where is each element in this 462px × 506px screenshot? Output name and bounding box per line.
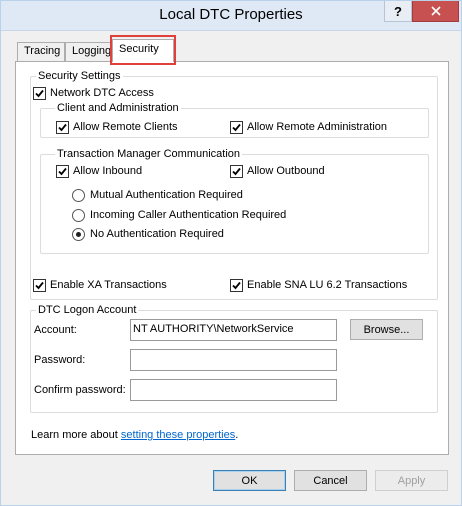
- password-input[interactable]: [130, 349, 337, 371]
- no-auth-radio[interactable]: No Authentication Required: [72, 227, 224, 241]
- learn-more-prefix: Learn more about: [31, 429, 121, 441]
- checkbox-box[interactable]: [56, 120, 69, 134]
- radio-circle[interactable]: [72, 188, 85, 202]
- checkmark-icon: [232, 281, 241, 289]
- setting-properties-link[interactable]: setting these properties: [121, 429, 235, 441]
- allow-remote-clients-label: Allow Remote Clients: [73, 121, 178, 133]
- allow-remote-admin-checkbox[interactable]: Allow Remote Administration: [230, 120, 387, 134]
- checkmark-icon: [58, 167, 67, 175]
- network-dtc-access-label: Network DTC Access: [50, 87, 154, 99]
- account-input[interactable]: NT AUTHORITY\NetworkService: [130, 319, 337, 341]
- confirm-password-input[interactable]: [130, 379, 337, 401]
- cancel-button[interactable]: Cancel: [294, 470, 367, 491]
- tab-logging[interactable]: Logging: [65, 42, 112, 61]
- title-bar[interactable]: Local DTC Properties ?: [1, 1, 461, 31]
- mutual-auth-label: Mutual Authentication Required: [90, 189, 243, 201]
- incoming-caller-auth-label: Incoming Caller Authentication Required: [90, 209, 287, 221]
- account-label: Account:: [34, 324, 77, 336]
- tm-communication-legend: Transaction Manager Communication: [55, 148, 243, 161]
- allow-outbound-checkbox[interactable]: Allow Outbound: [230, 164, 325, 178]
- enable-xa-checkbox[interactable]: Enable XA Transactions: [33, 278, 167, 292]
- no-auth-label: No Authentication Required: [90, 228, 224, 240]
- client-admin-legend: Client and Administration: [55, 102, 181, 115]
- enable-sna-label: Enable SNA LU 6.2 Transactions: [247, 279, 408, 291]
- apply-button[interactable]: Apply: [375, 470, 448, 491]
- security-tab-panel: Security Settings Network DTC Access Cli…: [15, 61, 449, 455]
- allow-inbound-checkbox[interactable]: Allow Inbound: [56, 164, 142, 178]
- help-button[interactable]: ?: [384, 1, 412, 22]
- browse-button[interactable]: Browse...: [350, 319, 423, 340]
- learn-more-text: Learn more about setting these propertie…: [31, 429, 238, 441]
- enable-xa-label: Enable XA Transactions: [50, 279, 167, 291]
- radio-circle[interactable]: [72, 208, 85, 222]
- allow-inbound-label: Allow Inbound: [73, 165, 143, 177]
- tab-tracing[interactable]: Tracing: [17, 42, 65, 61]
- tab-highlight-annotation: [110, 35, 176, 65]
- checkmark-icon: [58, 123, 67, 131]
- learn-more-suffix: .: [235, 429, 239, 441]
- allow-remote-clients-checkbox[interactable]: Allow Remote Clients: [56, 120, 178, 134]
- allow-remote-admin-label: Allow Remote Administration: [247, 121, 388, 133]
- incoming-caller-auth-radio[interactable]: Incoming Caller Authentication Required: [72, 208, 286, 222]
- ok-button[interactable]: OK: [213, 470, 286, 491]
- checkmark-icon: [232, 123, 241, 131]
- confirm-password-label: Confirm password:: [34, 384, 126, 396]
- checkmark-icon: [35, 89, 44, 97]
- password-label: Password:: [34, 354, 86, 366]
- enable-sna-checkbox[interactable]: Enable SNA LU 6.2 Transactions: [230, 278, 407, 292]
- checkbox-box[interactable]: [230, 120, 243, 134]
- checkmark-icon: [232, 167, 241, 175]
- security-settings-legend: Security Settings: [36, 70, 123, 83]
- checkmark-icon: [35, 281, 44, 289]
- close-button[interactable]: [412, 1, 459, 22]
- dialog-window: Local DTC Properties ? Tracing Logging S…: [0, 0, 462, 506]
- checkbox-box[interactable]: [230, 278, 243, 292]
- network-dtc-access-checkbox[interactable]: Network DTC Access: [33, 86, 154, 100]
- mutual-auth-radio[interactable]: Mutual Authentication Required: [72, 188, 243, 202]
- close-icon: [430, 6, 441, 16]
- checkbox-box[interactable]: [33, 86, 46, 100]
- checkbox-box[interactable]: [230, 164, 243, 178]
- logon-account-legend: DTC Logon Account: [36, 304, 139, 317]
- checkbox-box[interactable]: [56, 164, 69, 178]
- radio-circle[interactable]: [72, 227, 85, 241]
- checkbox-box[interactable]: [33, 278, 46, 292]
- allow-outbound-label: Allow Outbound: [247, 165, 325, 177]
